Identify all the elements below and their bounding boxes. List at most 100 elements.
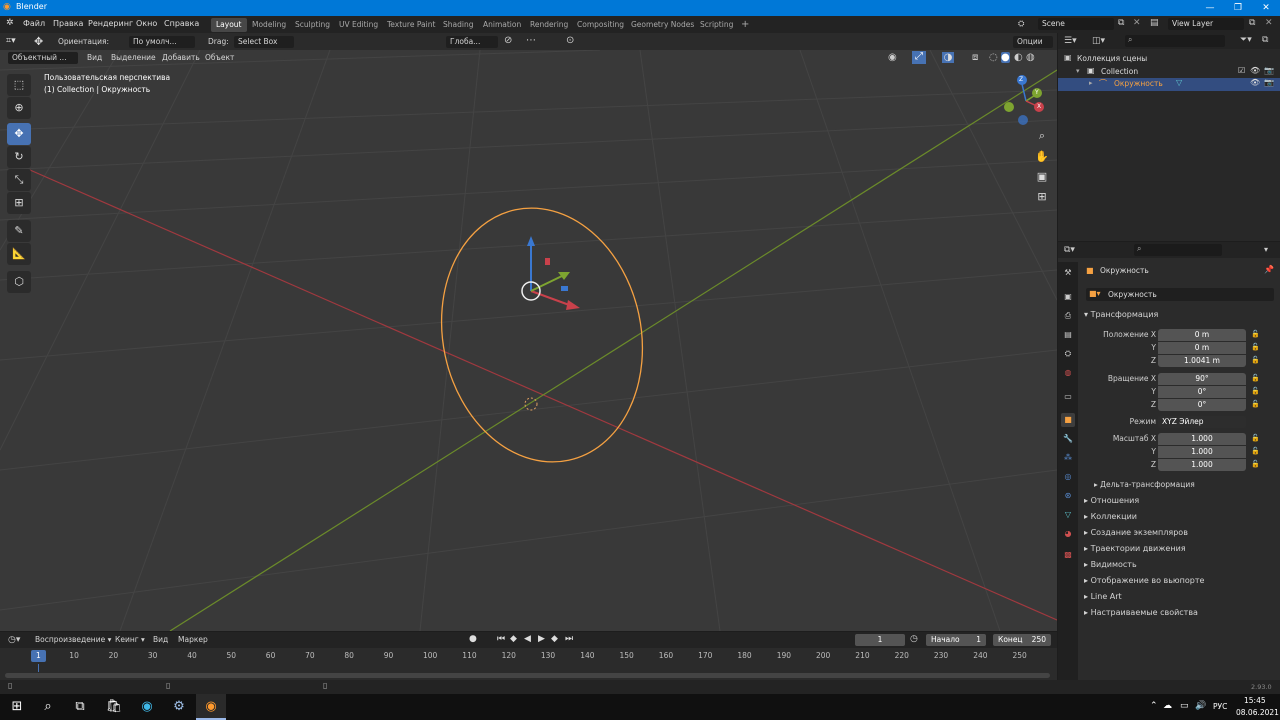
lock-rotation-x-icon[interactable]: 🔓 [1251, 374, 1260, 382]
menu-select[interactable]: Выделение [111, 52, 156, 64]
transform-section-header[interactable]: ▾ Трансформация [1084, 310, 1158, 319]
collection-camera-icon[interactable]: 📷 [1264, 66, 1274, 75]
rotation-z-field[interactable]: 0° [1158, 399, 1246, 411]
new-view-layer-icon[interactable]: ⧉ [1249, 18, 1255, 28]
tab-shading[interactable]: Shading [438, 18, 478, 32]
windows-start-icon[interactable]: ⊞ [2, 694, 32, 720]
object-name-field[interactable]: ■▾ Окружность [1086, 288, 1274, 301]
task-view-icon[interactable]: ⧉ [65, 694, 95, 720]
blender-taskbar-icon[interactable]: ◉ [196, 694, 226, 720]
scale-y-field[interactable]: 1.000 [1158, 446, 1246, 458]
camera-view-icon[interactable]: ▣ [1033, 168, 1051, 186]
lock-location-z-icon[interactable]: 🔓 [1251, 356, 1260, 364]
lock-rotation-z-icon[interactable]: 🔓 [1251, 400, 1260, 408]
lock-scale-z-icon[interactable]: 🔓 [1251, 460, 1260, 468]
section-visibility[interactable]: ▸ Видимость [1084, 560, 1137, 569]
tray-up-icon[interactable]: ⌃ [1150, 701, 1158, 711]
section-relations[interactable]: ▸ Отношения [1084, 496, 1139, 505]
pan-hand-icon[interactable]: ✋ [1033, 148, 1051, 166]
blender-menu-icon[interactable]: ✲ [6, 18, 14, 28]
material-shading-icon[interactable]: ◐ [1014, 52, 1023, 63]
prev-keyframe-icon[interactable]: ◆ [510, 634, 517, 644]
pin-icon[interactable]: 📌 [1264, 265, 1274, 274]
tab-scripting[interactable]: Scripting [695, 18, 738, 32]
menu-keying[interactable]: Кеинг ▾ [115, 634, 145, 646]
collection-eye-icon[interactable]: 👁 [1250, 66, 1260, 75]
tab-texture-paint[interactable]: Texture Paint [382, 18, 440, 32]
visibility-icon[interactable]: ◉ [888, 52, 897, 63]
gizmo-y-label[interactable]: Y [1035, 89, 1039, 96]
tab-geometry-nodes[interactable]: Geometry Nodes [626, 18, 699, 32]
lock-location-y-icon[interactable]: 🔓 [1251, 343, 1260, 351]
particles-tab-icon[interactable]: ⁂ [1061, 451, 1075, 465]
section-motion-paths[interactable]: ▸ Траектории движения [1084, 544, 1186, 553]
menu-object[interactable]: Объект [205, 52, 234, 64]
menu-edit[interactable]: Правка [53, 19, 83, 28]
clock-time[interactable]: 15:45 [1244, 696, 1266, 705]
constraints-tab-icon[interactable]: ⊛ [1061, 489, 1075, 503]
scale-tool-icon[interactable]: ⤡ [7, 169, 31, 191]
scale-x-field[interactable]: 1.000 [1158, 433, 1246, 445]
timeline-scrollbar[interactable] [5, 673, 1050, 678]
collection-tab-icon[interactable]: ▭ [1061, 390, 1075, 404]
play-icon[interactable]: ▶ [538, 634, 545, 644]
orientation-dropdown[interactable]: По умолч... [129, 36, 195, 48]
location-x-field[interactable]: 0 m [1158, 329, 1246, 341]
gizmo-x-label[interactable]: X [1037, 103, 1041, 110]
rotation-mode-dropdown[interactable]: XYZ Эйлер [1158, 416, 1246, 428]
section-instancing[interactable]: ▸ Создание экземпляров [1084, 528, 1188, 537]
add-cube-tool-icon[interactable]: ⬡ [7, 271, 31, 293]
menu-help[interactable]: Справка [164, 19, 199, 28]
onedrive-icon[interactable]: ☁ [1163, 701, 1172, 711]
section-collections[interactable]: ▸ Коллекции [1084, 512, 1137, 521]
scene-collection-label[interactable]: Коллекция сцены [1077, 54, 1147, 63]
section-custom-properties[interactable]: ▸ Настраиваемые свойства [1084, 608, 1198, 617]
xray-icon[interactable]: ⧈ [972, 52, 978, 63]
snap-target-icon[interactable]: ⋯ [526, 35, 536, 46]
current-frame-field[interactable]: 1 [855, 634, 905, 646]
outliner-editor-icon[interactable]: ☰▾ [1064, 36, 1077, 46]
rendered-shading-icon[interactable]: ◍ [1026, 52, 1035, 63]
lock-location-x-icon[interactable]: 🔓 [1251, 330, 1260, 338]
zoom-icon[interactable]: ⌕ [1033, 127, 1051, 145]
timeline-editor-icon[interactable]: ◷▾ [8, 635, 20, 645]
menu-marker[interactable]: Маркер [178, 634, 208, 646]
taskbar-search-icon[interactable]: ⌕ [33, 694, 63, 720]
annotate-tool-icon[interactable]: ✎ [7, 220, 31, 242]
view-layer-tab-icon[interactable]: ▤ [1061, 328, 1075, 342]
overlay-toggle-icon[interactable]: ◑ [942, 52, 954, 63]
properties-editor-icon[interactable]: ⧉▾ [1064, 245, 1075, 255]
tab-animation[interactable]: Animation [478, 18, 526, 32]
physics-tab-icon[interactable]: ◎ [1061, 470, 1075, 484]
rotation-x-field[interactable]: 90° [1158, 373, 1246, 385]
minimize-button[interactable]: — [1196, 0, 1224, 16]
tab-layout[interactable]: Layout [211, 18, 247, 32]
move-tool-icon[interactable]: ✥ [7, 123, 31, 145]
render-tab-icon[interactable]: ▣ [1061, 290, 1075, 304]
rotate-tool-icon[interactable]: ↻ [7, 146, 31, 168]
record-icon[interactable]: ● [469, 634, 477, 644]
filter-icon[interactable]: ⏷▾ [1240, 35, 1252, 45]
collection-checkbox-icon[interactable]: ☑ [1238, 66, 1245, 75]
output-tab-icon[interactable]: ⎙ [1061, 309, 1075, 323]
menu-playback[interactable]: Воспроизведение ▾ [35, 634, 111, 646]
3d-viewport[interactable]: Z Y X Объектный ... Вид Выделение Добави… [0, 50, 1057, 631]
jump-start-icon[interactable]: ⏮ [497, 634, 505, 644]
proportional-editing-icon[interactable]: ⊙ [566, 35, 574, 46]
start-frame-field[interactable]: Начало 1 [926, 634, 986, 646]
view-layer-icon[interactable]: ▤ [1150, 18, 1159, 28]
edge-browser-icon[interactable]: ◉ [132, 694, 162, 720]
texture-tab-icon[interactable]: ▩ [1061, 548, 1075, 562]
expand-collection-icon[interactable]: ▾ [1076, 67, 1080, 75]
view-layer-field[interactable]: View Layer [1168, 18, 1244, 30]
object-tab-icon[interactable]: ■ [1061, 413, 1075, 427]
pivot-dropdown[interactable]: Глоба... [446, 36, 498, 48]
properties-options-icon[interactable]: ▾ [1264, 245, 1268, 254]
end-frame-field[interactable]: Конец 250 [993, 634, 1051, 646]
menu-view[interactable]: Вид [87, 52, 102, 64]
mode-dropdown[interactable]: Объектный ... [8, 52, 78, 64]
lock-scale-x-icon[interactable]: 🔓 [1251, 434, 1260, 442]
gizmo-toggle-icon[interactable]: ⤢ [912, 51, 926, 64]
network-icon[interactable]: ▭ [1180, 701, 1189, 711]
wireframe-shading-icon[interactable]: ◌ [989, 52, 998, 63]
